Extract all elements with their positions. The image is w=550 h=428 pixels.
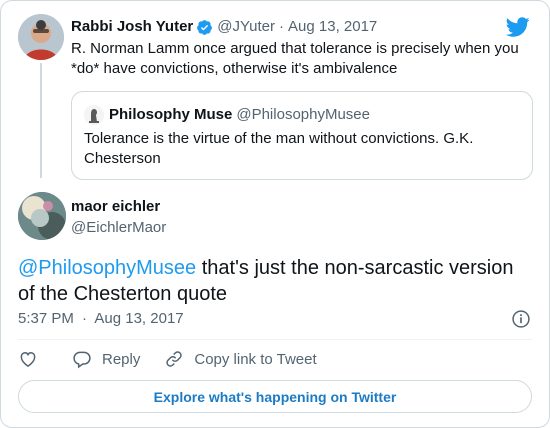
mention-link[interactable]: @PhilosophyMusee [18, 257, 196, 279]
main-author-avatar[interactable] [18, 192, 66, 240]
tweet-embed-card: Rabbi Josh Yuter @JYuter · Aug 13, 2017 … [0, 0, 550, 428]
quoted-tweet-header: Philosophy Muse @PhilosophyMusee [84, 105, 370, 125]
parent-author-handle[interactable]: @JYuter [217, 17, 275, 37]
link-icon [166, 351, 183, 367]
timestamp-separator: · [82, 310, 88, 327]
thread-connector-line [40, 63, 42, 178]
quoted-tweet[interactable]: Philosophy Muse @PhilosophyMusee Toleran… [71, 91, 533, 180]
heart-icon [20, 351, 36, 367]
main-author-name[interactable]: maor eichler [71, 197, 160, 217]
quoted-author-handle: @PhilosophyMusee [236, 106, 370, 123]
verified-badge-icon [197, 19, 213, 35]
parent-author-avatar[interactable] [18, 14, 64, 60]
parent-tweet-header: Rabbi Josh Yuter @JYuter · Aug 13, 2017 [71, 17, 377, 37]
main-author-handle[interactable]: @EichlerMaor [71, 218, 166, 238]
reply-icon [73, 351, 91, 369]
like-button[interactable] [18, 349, 48, 369]
parent-author-name[interactable]: Rabbi Josh Yuter [71, 17, 193, 37]
quoted-author-name: Philosophy Muse [109, 106, 233, 123]
explore-twitter-button[interactable]: Explore what's happening on Twitter [18, 380, 532, 413]
actions-divider [18, 339, 532, 340]
reply-button[interactable]: Reply [72, 349, 140, 369]
tweet-time: 5:37 PM [18, 310, 74, 327]
main-tweet-text: @PhilosophyMusee that's just the non-sar… [18, 255, 528, 307]
copy-link-label: Copy link to Tweet [194, 350, 317, 368]
header-separator: · [279, 18, 285, 35]
quoted-tweet-text: Tolerance is the virtue of the man witho… [84, 130, 474, 167]
copy-link-button[interactable]: Copy link to Tweet [164, 349, 317, 369]
quoted-author-avatar [84, 105, 104, 125]
tweet-actions-bar: Reply Copy link to Tweet [18, 348, 341, 370]
info-icon[interactable] [511, 309, 531, 329]
main-tweet-timestamp[interactable]: 5:37 PM · Aug 13, 2017 [18, 309, 184, 329]
tweet-date: Aug 13, 2017 [94, 310, 184, 327]
twitter-bird-icon[interactable] [506, 15, 530, 39]
parent-tweet-date[interactable]: Aug 13, 2017 [288, 17, 377, 37]
reply-label: Reply [102, 350, 141, 368]
parent-tweet-text: R. Norman Lamm once argued that toleranc… [71, 40, 519, 77]
